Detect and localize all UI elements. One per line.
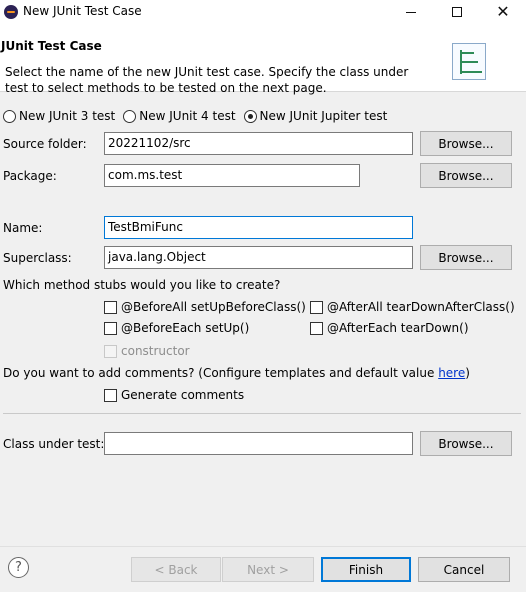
before-all-checkbox[interactable] xyxy=(104,300,117,314)
minimize-button[interactable] xyxy=(388,0,434,24)
close-button[interactable]: ✕ xyxy=(480,0,526,24)
page-title: JUnit Test Case xyxy=(1,39,102,53)
comments-question-end: ) xyxy=(465,366,470,380)
after-each-checkbox[interactable] xyxy=(310,321,323,335)
stubs-question: Which method stubs would you like to cre… xyxy=(3,278,281,292)
before-all-label: @BeforeAll setUpBeforeClass() xyxy=(121,300,306,314)
page-description: Select the name of the new JUnit test ca… xyxy=(5,65,409,95)
source-folder-browse-button[interactable]: Browse... xyxy=(420,131,512,156)
junit-wizard-icon xyxy=(452,43,486,80)
radio-junit3-label: New JUnit 3 test xyxy=(19,109,116,123)
constructor-option: constructor xyxy=(104,344,190,358)
superclass-input[interactable]: java.lang.Object xyxy=(104,246,413,269)
before-each-option[interactable]: @BeforeEach setUp() xyxy=(104,321,249,335)
footer-separator xyxy=(0,546,526,547)
after-all-checkbox[interactable] xyxy=(310,300,323,314)
finish-button[interactable]: Finish xyxy=(321,557,411,582)
radio-junit3[interactable]: New JUnit 3 test xyxy=(3,109,115,123)
before-each-label: @BeforeEach setUp() xyxy=(121,321,250,335)
maximize-icon xyxy=(452,7,462,17)
minimize-icon xyxy=(406,11,416,13)
name-input[interactable]: TestBmiFunc xyxy=(104,216,413,239)
package-input[interactable]: com.ms.test xyxy=(104,164,360,187)
class-under-test-input[interactable] xyxy=(104,432,413,455)
junit-version-group: New JUnit 3 test New JUnit 4 test New JU… xyxy=(3,109,395,123)
comments-question-text: Do you want to add comments? (Configure … xyxy=(3,366,439,380)
radio-junit4-label: New JUnit 4 test xyxy=(139,109,236,123)
separator xyxy=(3,413,521,414)
radio-junit4[interactable]: New JUnit 4 test xyxy=(123,109,236,123)
radio-junit4-circle[interactable] xyxy=(123,109,137,123)
superclass-label: Superclass: xyxy=(3,251,72,265)
radio-jupiter[interactable]: New JUnit Jupiter test xyxy=(243,109,388,123)
radio-junit3-circle[interactable] xyxy=(3,109,16,123)
cancel-button[interactable]: Cancel xyxy=(418,557,510,582)
radio-jupiter-label: New JUnit Jupiter test xyxy=(259,109,388,123)
generate-comments-option[interactable]: Generate comments xyxy=(104,388,244,402)
window-title: New JUnit Test Case xyxy=(23,4,142,18)
help-icon[interactable]: ? xyxy=(8,557,29,578)
package-label: Package: xyxy=(3,169,57,183)
after-all-option[interactable]: @AfterAll tearDownAfterClass() xyxy=(310,300,515,314)
generate-comments-checkbox[interactable] xyxy=(104,388,117,402)
maximize-button[interactable] xyxy=(434,0,480,24)
superclass-browse-button[interactable]: Browse... xyxy=(420,245,512,270)
radio-jupiter-circle[interactable] xyxy=(243,109,257,123)
close-icon: ✕ xyxy=(496,2,510,21)
class-under-test-label: Class under test: xyxy=(3,437,105,451)
next-button[interactable]: Next > xyxy=(222,557,314,582)
constructor-label: constructor xyxy=(121,344,190,358)
before-each-checkbox[interactable] xyxy=(104,321,117,335)
class-under-test-browse-button[interactable]: Browse... xyxy=(420,431,512,456)
source-folder-label: Source folder: xyxy=(3,137,87,151)
package-browse-button[interactable]: Browse... xyxy=(420,163,512,188)
after-each-option[interactable]: @AfterEach tearDown() xyxy=(310,321,469,335)
back-button[interactable]: < Back xyxy=(131,557,221,582)
after-all-label: @AfterAll tearDownAfterClass() xyxy=(327,300,515,314)
name-label: Name: xyxy=(3,221,43,235)
comments-question: Do you want to add comments? (Configure … xyxy=(3,366,470,380)
before-all-option[interactable]: @BeforeAll setUpBeforeClass() xyxy=(104,300,306,314)
configure-templates-link[interactable]: here xyxy=(438,366,465,380)
source-folder-input[interactable]: 20221102/src xyxy=(104,132,413,155)
constructor-checkbox xyxy=(104,344,117,358)
generate-comments-label: Generate comments xyxy=(121,388,245,402)
after-each-label: @AfterEach tearDown() xyxy=(327,321,469,335)
eclipse-icon xyxy=(4,5,18,19)
